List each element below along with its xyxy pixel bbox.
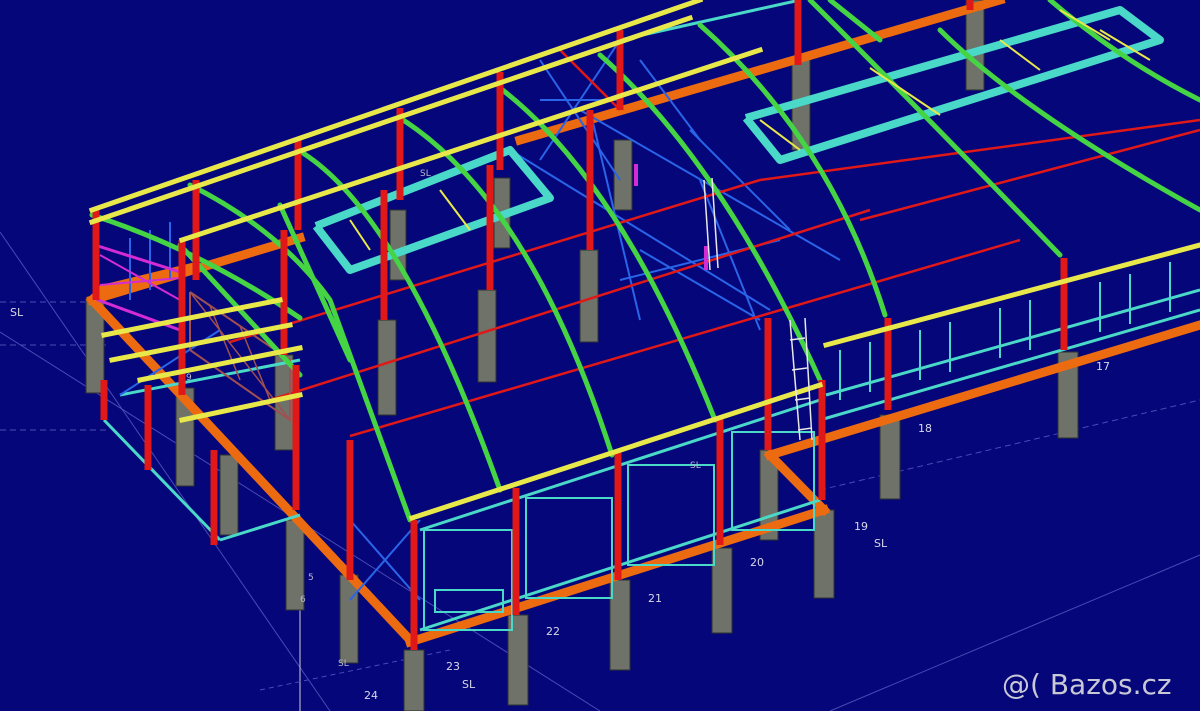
- axis-label-23: 23: [446, 660, 460, 673]
- steel-structure-3d-view: 17 18 19 20 21 22 23 24 SL SL SL SL SL S…: [0, 0, 1200, 711]
- sl-label-e: SL: [338, 659, 349, 669]
- axis-label-21: 21: [648, 592, 662, 605]
- watermark: @( Bazos.cz: [1002, 668, 1172, 701]
- foundation-beams: [85, 0, 1200, 648]
- sl-label-a: SL: [874, 537, 888, 550]
- axis-label-18: 18: [918, 422, 932, 435]
- axis-label-20: 20: [750, 556, 764, 569]
- roof-purlins: [349, 9, 1151, 251]
- sl-label-left: SL: [10, 306, 24, 319]
- sl-label-c: SL: [690, 461, 701, 471]
- sl-label-b: SL: [462, 678, 476, 691]
- row-label-9: 9: [186, 373, 192, 383]
- axis-label-17: 17: [1096, 360, 1110, 373]
- row-label-5: 5: [308, 573, 314, 583]
- row-label-6: 6: [300, 595, 306, 605]
- perimeter-beams-cyan: [102, 0, 1200, 632]
- axis-label-22: 22: [546, 625, 560, 638]
- ladders: [703, 177, 813, 441]
- axis-label-24: 24: [364, 689, 378, 702]
- axis-label-19: 19: [854, 520, 868, 533]
- tie-beams-red: [229, 49, 1200, 438]
- sl-label-d: SL: [420, 169, 431, 179]
